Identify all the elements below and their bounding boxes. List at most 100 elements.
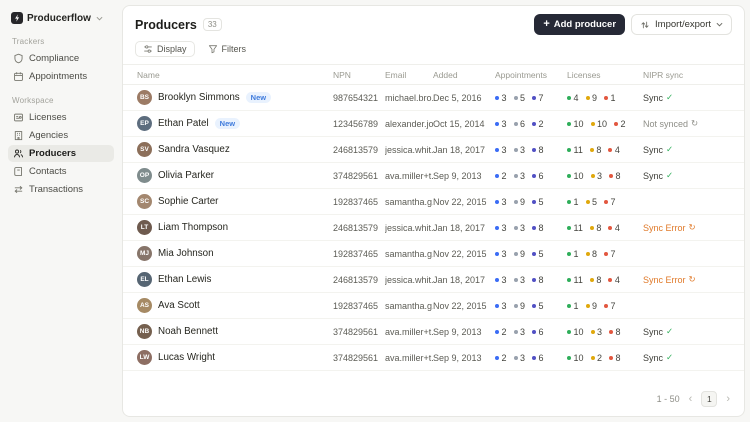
status-dot	[495, 278, 499, 282]
status-dot	[591, 330, 595, 334]
appointments-cell: 338	[495, 222, 567, 233]
table-row[interactable]: ELEthan Lewis246813579jessica.whit...Jan…	[123, 267, 744, 293]
status-dot	[604, 96, 608, 100]
sidebar-item-transactions[interactable]: Transactions	[8, 181, 114, 198]
dot-stat: 1	[604, 93, 616, 103]
licenses-cell: 1038	[567, 170, 643, 181]
dot-stat: 2	[532, 119, 544, 129]
avatar: AS	[137, 298, 152, 313]
dot-stat: 4	[608, 145, 620, 155]
filters-button[interactable]: Filters	[205, 41, 255, 57]
dot-stat: 9	[586, 93, 598, 103]
status-dot	[608, 148, 612, 152]
table-row[interactable]: SCSophie Carter192837465samantha.g...Nov…	[123, 189, 744, 215]
avatar: LW	[137, 350, 152, 365]
table-row[interactable]: LTLiam Thompson246813579jessica.whit...J…	[123, 215, 744, 241]
table-row[interactable]: EPEthan PatelNew123456789alexander.jo...…	[123, 111, 744, 137]
plus-icon: +	[543, 20, 549, 29]
avatar: BS	[137, 90, 152, 105]
dot-stat: 3	[514, 327, 526, 337]
sidebar-item-compliance[interactable]: Compliance	[8, 50, 114, 67]
status-dot	[586, 252, 590, 256]
status-dot	[567, 278, 571, 282]
status-dot	[586, 304, 590, 308]
dot-stat: 8	[532, 145, 544, 155]
appointments-cell: 395	[495, 248, 567, 259]
sidebar-section-title: Workspace	[12, 96, 110, 105]
next-page-button[interactable]: ›	[726, 394, 730, 405]
dot-stat: 8	[532, 223, 544, 233]
licenses-cell: 1184	[567, 274, 643, 285]
table-row[interactable]: NBNoah Bennett374829561ava.miller+t...Se…	[123, 319, 744, 345]
dot-stat: 2	[614, 119, 626, 129]
dot-stat: 6	[532, 171, 544, 181]
header-actions: + Add producer Import/export	[534, 14, 732, 35]
name-cell: LW Lucas Wright	[137, 350, 333, 365]
sidebar-item-agencies[interactable]: Agencies	[8, 127, 114, 144]
dot-stat: 2	[495, 327, 507, 337]
sidebar-item-label: Compliance	[29, 53, 79, 64]
sidebar-item-licenses[interactable]: Licenses	[8, 109, 114, 126]
dot-stat: 7	[604, 301, 616, 311]
table-row[interactable]: OPOlivia Parker374829561ava.miller+t...S…	[123, 163, 744, 189]
npn-cell: 246813579	[333, 275, 385, 285]
sidebar-item-contacts[interactable]: Contacts	[8, 163, 114, 180]
dot-stat: 5	[532, 301, 544, 311]
status-dot	[514, 122, 518, 126]
building-icon	[13, 130, 24, 141]
display-settings-icon	[143, 44, 153, 54]
dot-stat: 6	[532, 353, 544, 363]
producer-name: Sandra Vasquez	[158, 144, 230, 155]
producer-name: Mia Johnson	[158, 248, 214, 259]
sidebar-item-label: Licenses	[29, 112, 67, 123]
status-dot	[567, 252, 571, 256]
email-cell: michael.bro...	[385, 93, 433, 103]
licenses-cell: 157	[567, 196, 643, 207]
import-export-button[interactable]: Import/export	[631, 14, 732, 35]
sidebar-item-label: Contacts	[29, 166, 67, 177]
producer-name: Lucas Wright	[158, 352, 215, 363]
npn-cell: 374829561	[333, 353, 385, 363]
status-dot	[514, 356, 518, 360]
dot-stat: 3	[495, 275, 507, 285]
added-cell: Sep 9, 2013	[433, 171, 495, 181]
import-export-icon	[640, 20, 650, 30]
dot-stat: 5	[514, 93, 526, 103]
status-dot	[495, 122, 499, 126]
dot-stat: 6	[532, 327, 544, 337]
producer-name: Brooklyn Simmons	[158, 92, 240, 103]
refresh-icon: ↻	[691, 118, 698, 129]
sync-status: Sync ✓	[643, 144, 673, 155]
table-row[interactable]: LWLucas Wright374829561ava.miller+t...Se…	[123, 345, 744, 371]
table-row[interactable]: SVSandra Vasquez246813579jessica.whit...…	[123, 137, 744, 163]
sidebar-item-appointments[interactable]: Appointments	[8, 68, 114, 85]
table-row[interactable]: ASAva Scott192837465samantha.g...Nov 22,…	[123, 293, 744, 319]
status-dot	[567, 200, 571, 204]
added-cell: Nov 22, 2015	[433, 301, 495, 311]
sidebar: Producerflow TrackersComplianceAppointme…	[0, 0, 122, 422]
added-cell: Sep 9, 2013	[433, 327, 495, 337]
email-cell: samantha.g...	[385, 301, 433, 311]
count-badge: 33	[203, 18, 222, 32]
new-badge: New	[215, 118, 240, 129]
dot-stat: 1	[567, 301, 579, 311]
status-dot	[514, 252, 518, 256]
page-number-button[interactable]: 1	[701, 391, 717, 407]
table-row[interactable]: BSBrooklyn SimmonsNew987654321michael.br…	[123, 85, 744, 111]
status-dot	[495, 252, 499, 256]
prev-page-button[interactable]: ‹	[689, 394, 693, 405]
table-toolbar: Display Filters	[123, 41, 744, 65]
producer-name: Ethan Lewis	[158, 274, 211, 285]
sidebar-item-producers[interactable]: Producers	[8, 145, 114, 162]
table-row[interactable]: MJMia Johnson192837465samantha.g...Nov 2…	[123, 241, 744, 267]
sync-status: Sync ✓	[643, 92, 673, 103]
refresh-icon: ↻	[689, 274, 696, 285]
workspace-switcher[interactable]: Producerflow	[8, 10, 114, 26]
dot-stat: 10	[567, 353, 584, 363]
added-cell: Nov 22, 2015	[433, 197, 495, 207]
add-producer-button[interactable]: + Add producer	[534, 14, 625, 35]
status-dot	[567, 174, 571, 178]
dot-stat: 3	[514, 145, 526, 155]
display-button[interactable]: Display	[135, 41, 195, 57]
appointments-cell: 236	[495, 326, 567, 337]
